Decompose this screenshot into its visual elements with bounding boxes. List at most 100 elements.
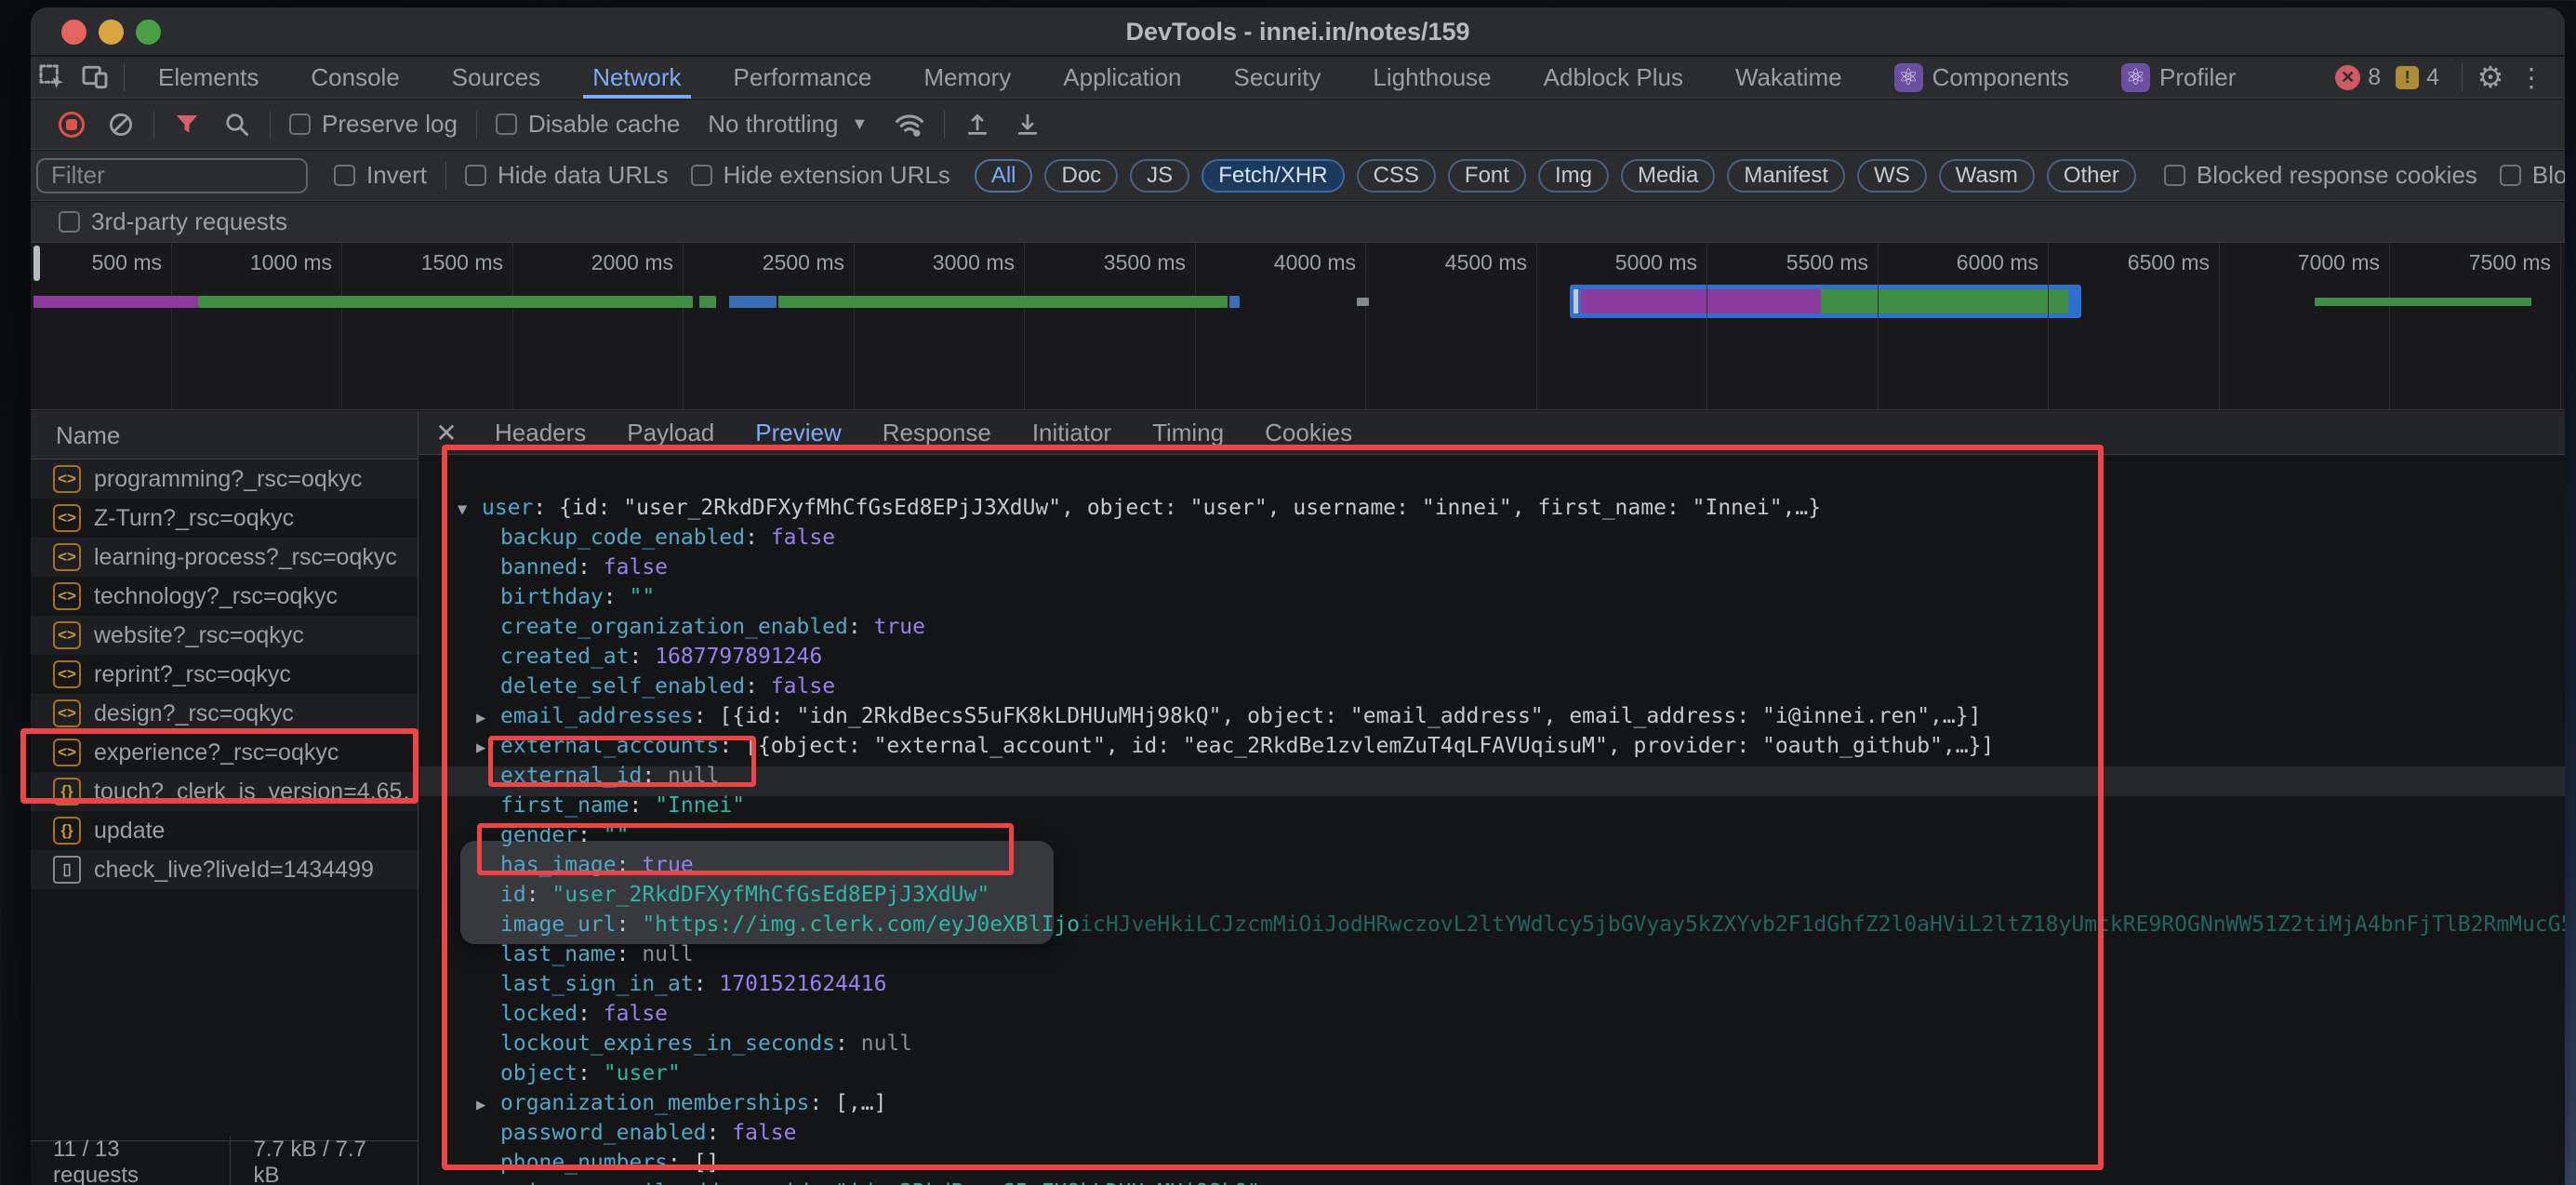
filter-pill-all[interactable]: All — [974, 158, 1033, 193]
checkbox[interactable] — [289, 113, 311, 135]
network-overview-timeline[interactable]: 500 ms 1000 ms 1500 ms 2000 ms 2500 ms 3000 m… — [31, 244, 2565, 410]
json-line[interactable]: first_name: "Innei" — [418, 791, 2565, 820]
hide-data-urls-checkbox[interactable]: Hide data URLs — [465, 161, 669, 190]
tab-sources[interactable]: Sources — [426, 57, 566, 99]
json-line[interactable]: image_url: "https://img.clerk.com/eyJ0eX… — [418, 910, 2565, 939]
filter-pill-fetch-xhr[interactable]: Fetch/XHR — [1202, 158, 1345, 193]
warning-badge-icon[interactable]: ! — [2396, 65, 2420, 89]
json-line[interactable]: created_at: 1687797891246 — [418, 642, 2565, 672]
checkbox[interactable] — [495, 113, 517, 135]
json-line[interactable]: gender: "" — [418, 820, 2565, 850]
filter-pill-doc[interactable]: Doc — [1044, 158, 1119, 193]
filter-pill-manifest[interactable]: Manifest — [1727, 158, 1846, 193]
filter-pill-wasm[interactable]: Wasm — [1938, 158, 2035, 193]
json-line[interactable]: delete_self_enabled: false — [418, 672, 2565, 701]
request-row[interactable]: <> programming?_rsc=oqkyc — [31, 459, 418, 499]
json-line[interactable]: object: "user" — [418, 1059, 2565, 1088]
request-row[interactable]: <> design?_rsc=oqkyc — [31, 694, 418, 733]
json-line[interactable]: id: "user_2RkdDFXyfMhCfGsEd8EPjJ3XdUw" — [418, 880, 2565, 910]
tab-lighthouse[interactable]: Lighthouse — [1347, 57, 1517, 99]
checkbox[interactable] — [690, 165, 712, 186]
triangle-collapsed-icon[interactable]: ▶ — [476, 703, 500, 733]
json-line[interactable]: birthday: "" — [418, 582, 2565, 612]
filter-pill-ws[interactable]: WS — [1857, 158, 1927, 193]
json-line[interactable]: external_id: null — [418, 761, 2565, 791]
triangle-expanded-icon[interactable]: ▼ — [458, 495, 482, 525]
request-row[interactable]: <> technology?_rsc=oqkyc — [31, 577, 418, 616]
tab-console[interactable]: Console — [285, 57, 425, 99]
json-line[interactable]: ▶ external_accounts: [{object: "external_… — [418, 731, 2565, 761]
tab-performance[interactable]: Performance — [708, 57, 898, 99]
request-row[interactable]: <> experience?_rsc=oqkyc — [31, 733, 418, 772]
hide-extension-urls-checkbox[interactable]: Hide extension URLs — [690, 161, 950, 190]
inspect-element-icon[interactable] — [31, 57, 73, 99]
tab-adblock-plus[interactable]: Adblock Plus — [1518, 57, 1709, 99]
disable-cache-checkbox[interactable]: Disable cache — [495, 110, 680, 139]
filter-pill-css[interactable]: CSS — [1356, 158, 1436, 193]
triangle-collapsed-icon[interactable]: ▶ — [476, 733, 500, 763]
checkbox[interactable] — [2163, 165, 2185, 186]
details-tab-initiator[interactable]: Initiator — [1012, 419, 1132, 447]
import-har-icon[interactable] — [963, 111, 991, 139]
kebab-menu-icon[interactable]: ⋮ — [2511, 57, 2552, 98]
checkbox[interactable] — [2499, 165, 2521, 186]
tab-security[interactable]: Security — [1208, 57, 1348, 99]
timeline-selected-request-bar[interactable] — [1570, 285, 2081, 318]
json-line[interactable]: ▼ user: {id: "user_2RkdDFXyfMhCfGsEd8EPjJ… — [418, 493, 2565, 523]
request-row[interactable]: {} update — [31, 811, 418, 850]
json-line[interactable]: banned: false — [418, 553, 2565, 582]
request-row[interactable]: <> reprint?_rsc=oqkyc — [31, 655, 418, 694]
json-line[interactable]: has_image: true — [418, 850, 2565, 880]
tab-wakatime[interactable]: Wakatime — [1709, 57, 1868, 99]
search-icon[interactable] — [223, 111, 251, 139]
close-icon[interactable]: ✕ — [418, 418, 474, 448]
request-row[interactable]: ▯ check_live?liveId=1434499 — [31, 850, 418, 889]
json-line[interactable]: last_name: null — [418, 939, 2565, 969]
blocked-requests-checkbox[interactable]: Blocked requests — [2499, 161, 2565, 190]
request-row[interactable]: <> learning-process?_rsc=oqkyc — [31, 538, 418, 577]
checkbox[interactable] — [334, 165, 355, 186]
details-tab-response[interactable]: Response — [862, 419, 1012, 447]
invert-checkbox[interactable]: Invert — [334, 161, 427, 190]
details-tab-headers[interactable]: Headers — [474, 419, 606, 447]
checkbox[interactable] — [465, 165, 487, 186]
clear-network-log-button[interactable] — [107, 111, 135, 139]
filter-input[interactable] — [36, 157, 308, 193]
filter-pill-img[interactable]: Img — [1537, 158, 1609, 193]
json-line[interactable]: create_organization_enabled: true — [418, 612, 2565, 642]
json-line[interactable]: ▶ organization_memberships: [,…] — [418, 1088, 2565, 1118]
request-row[interactable]: <> website?_rsc=oqkyc — [31, 616, 418, 655]
json-line[interactable]: backup_code_enabled: false — [418, 523, 2565, 553]
json-line[interactable]: last_sign_in_at: 1701521624416 — [418, 969, 2565, 999]
filter-pill-media[interactable]: Media — [1620, 158, 1716, 193]
timeline-handle[interactable] — [33, 246, 40, 281]
error-badge-icon[interactable]: ✕ — [2335, 64, 2361, 90]
throttling-dropdown[interactable]: No throttling — [708, 110, 838, 139]
json-line[interactable]: password_enabled: false — [418, 1118, 2565, 1148]
export-har-icon[interactable] — [1014, 111, 1042, 139]
tab-elements[interactable]: Elements — [132, 57, 285, 99]
tab-profiler[interactable]: ⚛ Profiler — [2095, 57, 2262, 99]
blocked-response-cookies-checkbox[interactable]: Blocked response cookies — [2163, 161, 2477, 190]
name-column-header[interactable]: Name — [31, 411, 418, 459]
request-row[interactable]: {} touch?_clerk_js_version=4.65… — [31, 772, 418, 811]
request-row[interactable]: <> Z-Turn?_rsc=oqkyc — [31, 499, 418, 538]
triangle-collapsed-icon[interactable]: ▶ — [476, 1090, 500, 1120]
filter-pill-js[interactable]: JS — [1130, 158, 1190, 193]
device-toolbar-icon[interactable] — [73, 57, 116, 99]
json-line[interactable]: primary_email_address_id: "idn_2RkdBecsS… — [418, 1178, 2565, 1185]
filter-funnel-icon[interactable] — [173, 111, 201, 139]
json-line[interactable]: ▶ email_addresses: [{id: "idn_2RkdBecsS5u… — [418, 701, 2565, 731]
json-line[interactable]: phone_numbers: [] — [418, 1148, 2565, 1178]
tab-application[interactable]: Application — [1037, 57, 1207, 99]
filter-pill-font[interactable]: Font — [1447, 158, 1526, 193]
third-party-requests-checkbox[interactable]: 3rd-party requests — [59, 207, 287, 236]
chevron-down-icon[interactable]: ▼ — [851, 114, 868, 134]
settings-gear-icon[interactable]: ⚙ — [2470, 57, 2511, 98]
record-network-log-button[interactable] — [59, 111, 85, 138]
network-conditions-icon[interactable] — [894, 109, 925, 140]
filter-pill-other[interactable]: Other — [2046, 158, 2136, 193]
preserve-log-checkbox[interactable]: Preserve log — [289, 110, 458, 139]
tab-memory[interactable]: Memory — [897, 57, 1037, 99]
details-tab-payload[interactable]: Payload — [606, 419, 735, 447]
